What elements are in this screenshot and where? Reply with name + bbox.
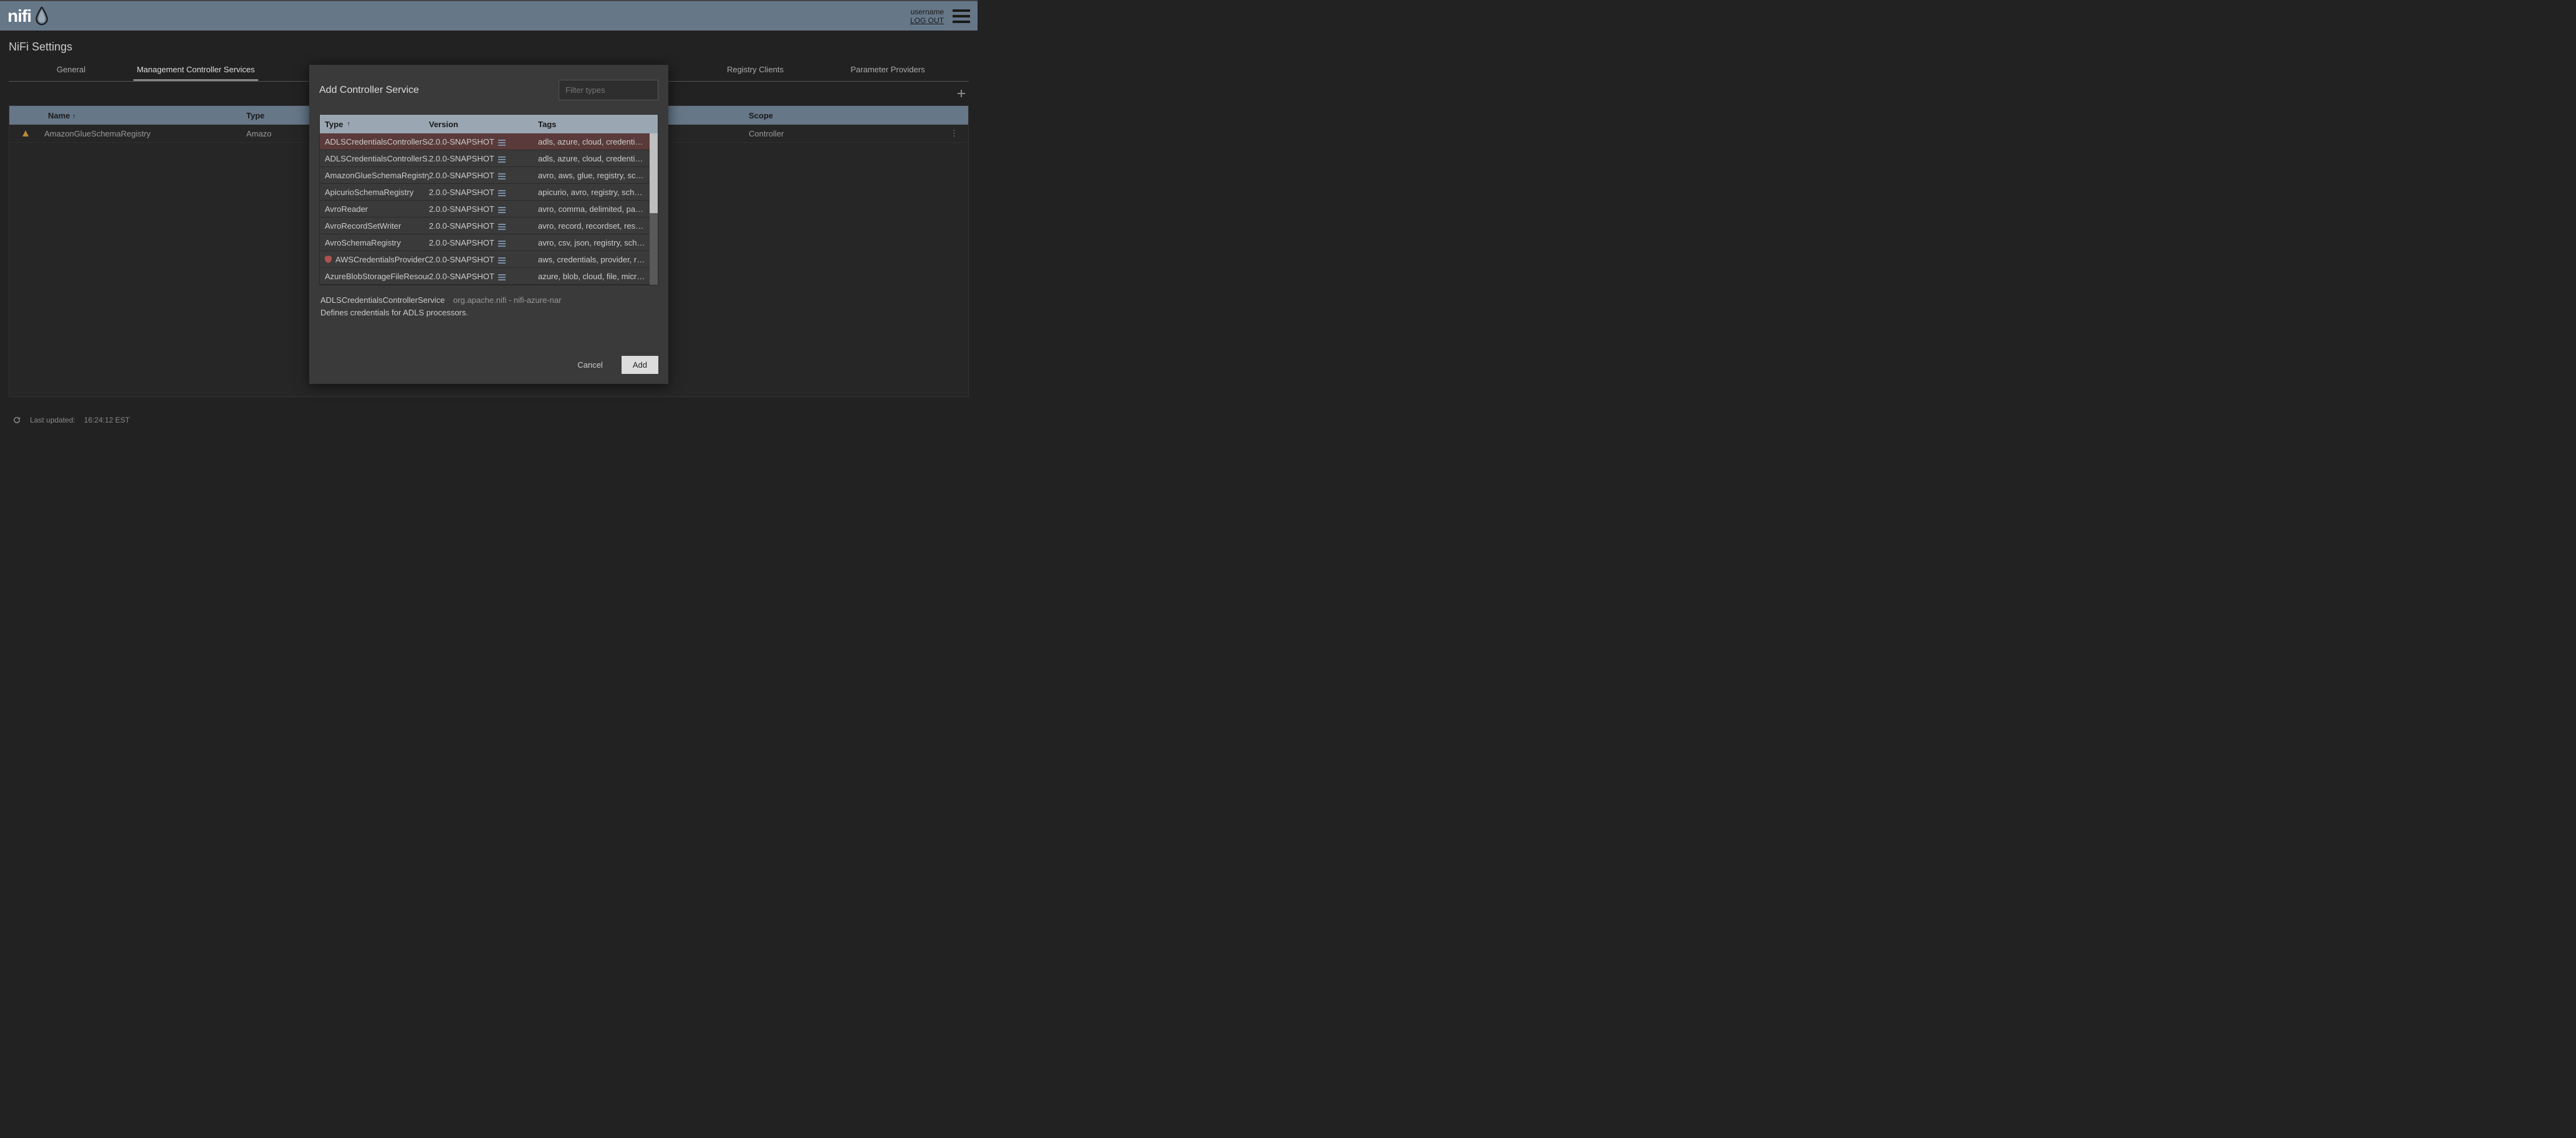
version-list-icon[interactable] (498, 189, 506, 195)
add-controller-service-dialog: Add Controller Service Type ↑ Version Ta… (309, 65, 668, 384)
service-type-row[interactable]: AvroRecordSetWriter2.0.0-SNAPSHOTavro, r… (320, 218, 658, 234)
add-button[interactable]: Add (622, 356, 658, 374)
svc-tags-cell: azure, blob, cloud, file, micro... (538, 272, 649, 281)
svc-tags-cell: aws, credentials, provider, re... (538, 255, 649, 264)
service-type-row[interactable]: AmazonGlueSchemaRegistry2.0.0-SNAPSHOTav… (320, 167, 658, 184)
row-actions-icon[interactable]: ⋮ (950, 128, 968, 138)
version-list-icon[interactable] (498, 206, 506, 212)
sort-arrow-icon: ↑ (347, 120, 350, 128)
svc-type-cell: AmazonGlueSchemaRegistry (320, 171, 429, 180)
restricted-icon (325, 256, 332, 263)
col-svc-version[interactable]: Version (429, 120, 538, 129)
tab-management-controller-services[interactable]: Management Controller Services (133, 60, 258, 81)
svc-tags-cell: avro, csv, json, registry, sche... (538, 238, 649, 247)
service-type-row[interactable]: AvroReader2.0.0-SNAPSHOTavro, comma, del… (320, 201, 658, 218)
tab-registry-clients[interactable]: Registry Clients (704, 60, 807, 81)
service-name: AmazonGlueSchemaRegistry (44, 129, 151, 138)
version-list-icon[interactable] (498, 256, 506, 262)
top-bar: nifi username LOG OUT (0, 0, 978, 31)
svc-version-cell: 2.0.0-SNAPSHOT (429, 137, 538, 146)
service-type-row[interactable]: AzureBlobStorageFileResour...2.0.0-SNAPS… (320, 268, 658, 285)
page-title: NiFi Settings (0, 31, 978, 60)
svc-version-cell: 2.0.0-SNAPSHOT (429, 272, 538, 281)
version-list-icon[interactable] (498, 239, 506, 246)
svc-tags-cell: avro, record, recordset, resul... (538, 221, 649, 231)
svc-tags-cell: avro, comma, delimited, pars... (538, 204, 649, 214)
service-type-row[interactable]: ADLSCredentialsControllerServi2.0.0-SNAP… (320, 133, 658, 150)
cancel-button[interactable]: Cancel (566, 356, 613, 374)
svc-version-cell: 2.0.0-SNAPSHOT (429, 154, 538, 163)
last-updated-time: 16:24:12 EST (84, 416, 130, 424)
col-svc-tags[interactable]: Tags (538, 120, 649, 129)
svc-type-cell: AzureBlobStorageFileResour... (320, 272, 429, 281)
filter-types-input[interactable] (559, 80, 658, 100)
col-scope[interactable]: Scope (739, 111, 968, 120)
svc-version-cell: 2.0.0-SNAPSHOT (429, 221, 538, 231)
last-updated-label: Last updated: (30, 416, 75, 424)
svc-tags-cell: adls, azure, cloud, credential... (538, 154, 649, 163)
dialog-title: Add Controller Service (319, 85, 419, 96)
selected-service-description: Defines credentials for ADLS processors. (320, 307, 657, 319)
svc-type-cell: AvroReader (320, 204, 429, 214)
col-name[interactable]: Name ↑ (9, 111, 246, 120)
svc-version-cell: 2.0.0-SNAPSHOT (429, 255, 538, 264)
col-svc-type[interactable]: Type ↑ (320, 120, 429, 129)
svc-version-cell: 2.0.0-SNAPSHOT (429, 171, 538, 180)
sort-arrow-icon: ↑ (72, 113, 76, 120)
user-info: username LOG OUT (910, 7, 944, 25)
nifi-logo: nifi (7, 6, 50, 27)
service-types-body: ADLSCredentialsControllerServi2.0.0-SNAP… (320, 133, 658, 285)
svc-type-cell: ADLSCredentialsControllerServi (320, 137, 429, 146)
username-label: username (910, 7, 944, 16)
logo-text: nifi (7, 6, 31, 26)
dialog-buttons: Cancel Add (319, 356, 658, 374)
service-type-row[interactable]: AWSCredentialsProviderCo...2.0.0-SNAPSHO… (320, 251, 658, 268)
svc-type-cell: ApicurioSchemaRegistry (320, 188, 429, 197)
scrollbar-thumb[interactable] (650, 133, 658, 213)
svc-tags-cell: avro, aws, glue, registry, sch... (538, 171, 649, 180)
svc-version-cell: 2.0.0-SNAPSHOT (429, 188, 538, 197)
svc-type-cell: ADLSCredentialsControllerS... (320, 154, 429, 163)
svc-tags-cell: apicurio, avro, registry, sche... (538, 188, 649, 197)
hamburger-icon[interactable] (953, 9, 970, 23)
version-list-icon[interactable] (498, 222, 506, 229)
service-type-row[interactable]: ApicurioSchemaRegistry2.0.0-SNAPSHOTapic… (320, 184, 658, 201)
service-info-panel: ADLSCredentialsControllerService org.apa… (319, 285, 658, 318)
svc-type-cell: AWSCredentialsProviderCo... (320, 255, 429, 264)
logout-link[interactable]: LOG OUT (910, 16, 944, 25)
service-types-header: Type ↑ Version Tags (320, 115, 658, 133)
svc-version-cell: 2.0.0-SNAPSHOT (429, 238, 538, 247)
version-list-icon[interactable] (498, 172, 506, 178)
service-type-row[interactable]: ADLSCredentialsControllerS...2.0.0-SNAPS… (320, 150, 658, 167)
droplet-icon (34, 6, 50, 27)
selected-service-name: ADLSCredentialsControllerService (320, 295, 445, 305)
status-footer: Last updated: 16:24:12 EST (12, 416, 130, 424)
svc-type-cell: AvroSchemaRegistry (320, 238, 429, 247)
version-list-icon[interactable] (498, 138, 506, 145)
refresh-icon[interactable] (12, 416, 21, 424)
svc-type-cell: AvroRecordSetWriter (320, 221, 429, 231)
user-box: username LOG OUT (910, 7, 970, 25)
add-service-button[interactable] (958, 89, 965, 100)
tab-parameter-providers[interactable]: Parameter Providers (807, 60, 969, 81)
service-scope: Controller (749, 129, 784, 138)
tab-general[interactable]: General (9, 60, 133, 81)
service-type-row[interactable]: AvroSchemaRegistry2.0.0-SNAPSHOTavro, cs… (320, 234, 658, 251)
version-list-icon[interactable] (498, 155, 506, 161)
warning-icon (22, 130, 29, 137)
svc-tags-cell: adls, azure, cloud, credential... (538, 137, 649, 146)
svc-version-cell: 2.0.0-SNAPSHOT (429, 204, 538, 214)
service-types-table: Type ↑ Version Tags ADLSCredentialsContr… (319, 114, 658, 285)
selected-service-bundle: org.apache.nifi - nifi-azure-nar (453, 295, 561, 305)
version-list-icon[interactable] (498, 273, 506, 279)
